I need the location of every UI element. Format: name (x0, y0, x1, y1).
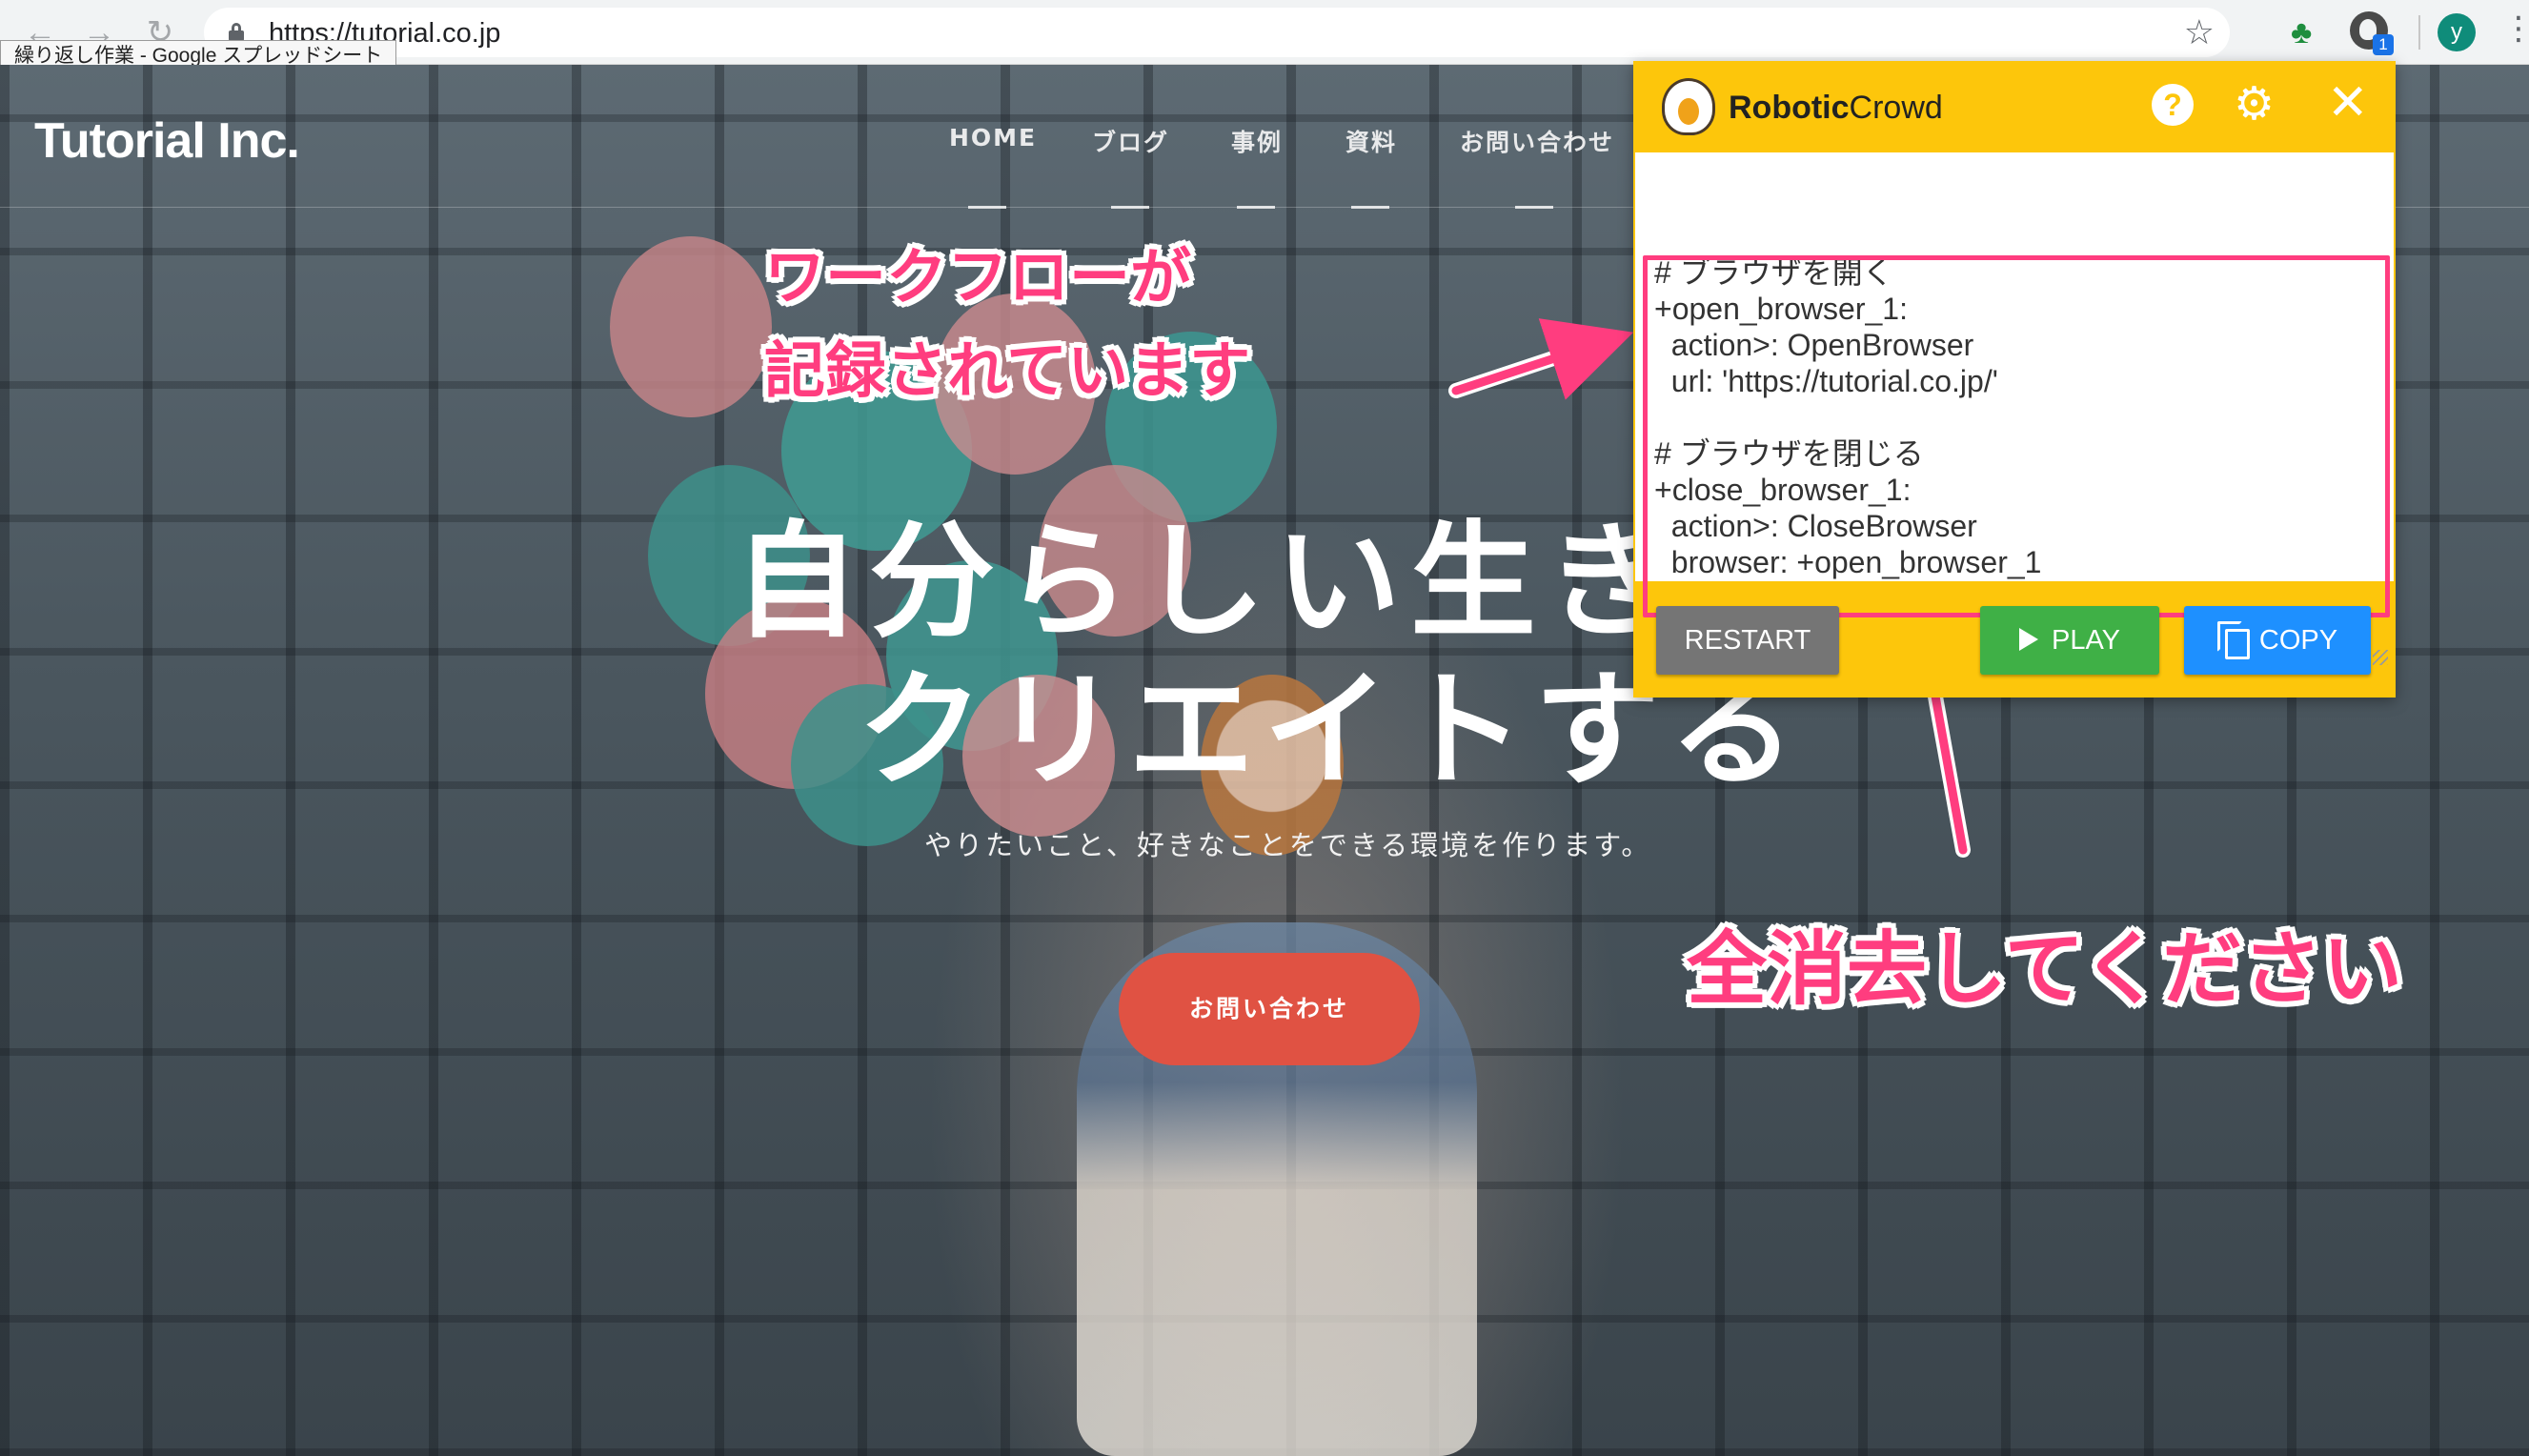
nav-item-cases[interactable]: 事例 (1231, 124, 1283, 158)
nav-underline (1111, 206, 1149, 209)
annotation-workflow-line1: ワークフローが (764, 243, 1191, 313)
roboticcrowd-popup: RoboticCrowd ? ⚙ ✕ # ブラウザを開く +open_browse… (1633, 61, 2396, 698)
play-label: PLAY (2051, 625, 2120, 656)
resize-handle[interactable] (2373, 650, 2388, 665)
toolbar-divider (2418, 15, 2420, 50)
restart-label: RESTART (1684, 625, 1811, 656)
bookmark-star-icon[interactable]: ☆ (2184, 13, 2215, 51)
play-icon (2018, 628, 2038, 652)
address-bar[interactable]: https://tutorial.co.jp ☆ (204, 8, 2230, 57)
nav-underline (1237, 206, 1275, 209)
close-icon[interactable]: ✕ (2327, 74, 2369, 131)
profile-avatar[interactable]: y (2438, 13, 2476, 51)
nav-item-blog[interactable]: ブログ (1092, 124, 1169, 158)
nav-item-contact[interactable]: お問い合わせ (1460, 124, 1614, 158)
balloon-decoration (610, 236, 772, 417)
annotation-highlight-box (1643, 255, 2390, 617)
contact-cta-button[interactable]: お問い合わせ (1119, 953, 1420, 1065)
site-logo[interactable]: Tutorial Inc. (34, 112, 300, 170)
nav-item-home[interactable]: HOME (949, 124, 1037, 152)
browser-menu-icon[interactable]: ⋮ (2502, 10, 2529, 48)
gear-icon[interactable]: ⚙ (2234, 78, 2275, 131)
nav-underline (1515, 206, 1553, 209)
restart-button[interactable]: RESTART (1656, 606, 1839, 675)
copy-label: COPY (2258, 625, 2338, 656)
copy-button[interactable]: COPY (2184, 606, 2371, 675)
robot-cat-logo-icon (1662, 78, 1715, 135)
help-icon[interactable]: ? (2152, 84, 2194, 126)
hero-subtitle: やりたいこと、好きなことをできる環境を作ります。 (924, 829, 1652, 861)
extension-badge: 1 (2373, 34, 2394, 55)
nav-underline (1351, 206, 1389, 209)
lock-icon (229, 23, 244, 41)
tree-extension-icon[interactable]: ♣ (2291, 13, 2312, 51)
brand-rest: Crowd (1849, 90, 1943, 126)
nav-item-docs[interactable]: 資料 (1345, 124, 1397, 158)
popup-header: RoboticCrowd ? ⚙ ✕ (1633, 61, 2396, 152)
copy-icon (2216, 621, 2250, 660)
annotation-workflow-line2: 記録されています (764, 336, 1251, 407)
play-button[interactable]: PLAY (1980, 606, 2159, 675)
workflow-editor[interactable]: # ブラウザを開く +open_browser_1: action>: OpenB… (1635, 152, 2394, 665)
brand-name: RoboticCrowd (1729, 90, 1943, 127)
nav-underline (968, 206, 1006, 209)
annotation-clear-all: 全消去してください (1687, 922, 2402, 1016)
brand-bold: Robotic (1729, 90, 1850, 126)
